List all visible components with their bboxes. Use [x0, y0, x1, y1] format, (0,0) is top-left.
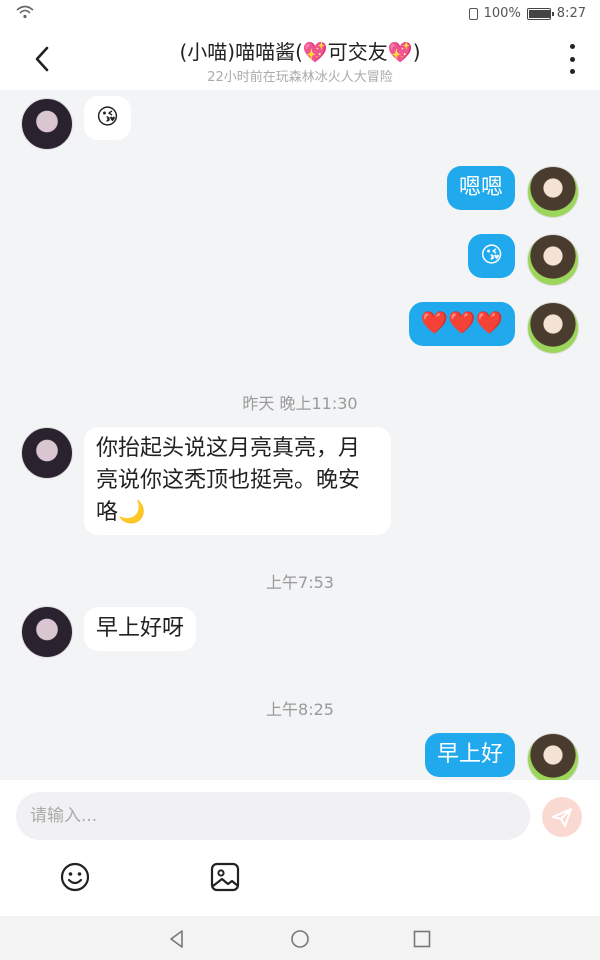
- avatar[interactable]: [527, 302, 579, 354]
- nav-recents-icon[interactable]: [411, 928, 433, 950]
- chat-title: (小喵)喵喵酱(💖可交友💖): [179, 40, 421, 64]
- message-input[interactable]: [16, 792, 530, 840]
- message-bubble-outgoing[interactable]: 早上好: [424, 733, 515, 777]
- chat-subtitle: 22小时前在玩森林冰火人大冒险: [207, 70, 393, 85]
- message-bubble-incoming[interactable]: 😘: [84, 96, 131, 140]
- timestamp: 上午8:25: [266, 700, 334, 719]
- nav-home-icon[interactable]: [289, 928, 311, 950]
- image-icon[interactable]: [209, 860, 241, 894]
- vibrate-icon: [468, 7, 478, 20]
- timestamp: 上午7:53: [266, 573, 334, 592]
- emoji-icon[interactable]: [59, 860, 91, 894]
- status-bar: 100% 8:27: [0, 0, 600, 28]
- message-bubble-outgoing[interactable]: 😘: [468, 234, 515, 278]
- wifi-icon: [16, 5, 34, 19]
- system-nav-bar: [0, 916, 600, 960]
- battery-percent: 100%: [483, 6, 521, 21]
- avatar[interactable]: [21, 427, 73, 479]
- message-bubble-incoming[interactable]: 早上好呀: [84, 607, 197, 651]
- clock: 8:27: [556, 6, 586, 21]
- nav-back-icon[interactable]: [166, 928, 188, 950]
- avatar[interactable]: [527, 166, 579, 218]
- avatar[interactable]: [21, 606, 73, 658]
- composer: [0, 780, 600, 916]
- message-bubble-outgoing[interactable]: ❤️❤️❤️: [408, 302, 515, 346]
- avatar[interactable]: [21, 98, 73, 150]
- chat-header: (小喵)喵喵酱(💖可交友💖) 22小时前在玩森林冰火人大冒险: [0, 28, 600, 90]
- timestamp: 昨天 晚上11:30: [242, 394, 358, 413]
- send-icon: [552, 808, 572, 827]
- more-vertical-icon[interactable]: [566, 44, 578, 74]
- battery-icon: [526, 7, 554, 20]
- back-arrow-icon[interactable]: [28, 42, 56, 76]
- avatar[interactable]: [527, 733, 579, 780]
- status-right: 100% 8:27: [468, 6, 586, 21]
- message-bubble-incoming[interactable]: 你抬起头说这月亮真亮，月亮说你这秃顶也挺亮。晚安咯🌙: [84, 427, 391, 535]
- avatar[interactable]: [527, 234, 579, 286]
- message-bubble-outgoing[interactable]: 嗯嗯: [446, 166, 515, 210]
- send-button[interactable]: [542, 797, 582, 837]
- message-list[interactable]: 😘 嗯嗯 😘 ❤️❤️❤️ 昨天 晚上11:30 你抬起头说这月亮真亮，月亮说你…: [0, 90, 600, 780]
